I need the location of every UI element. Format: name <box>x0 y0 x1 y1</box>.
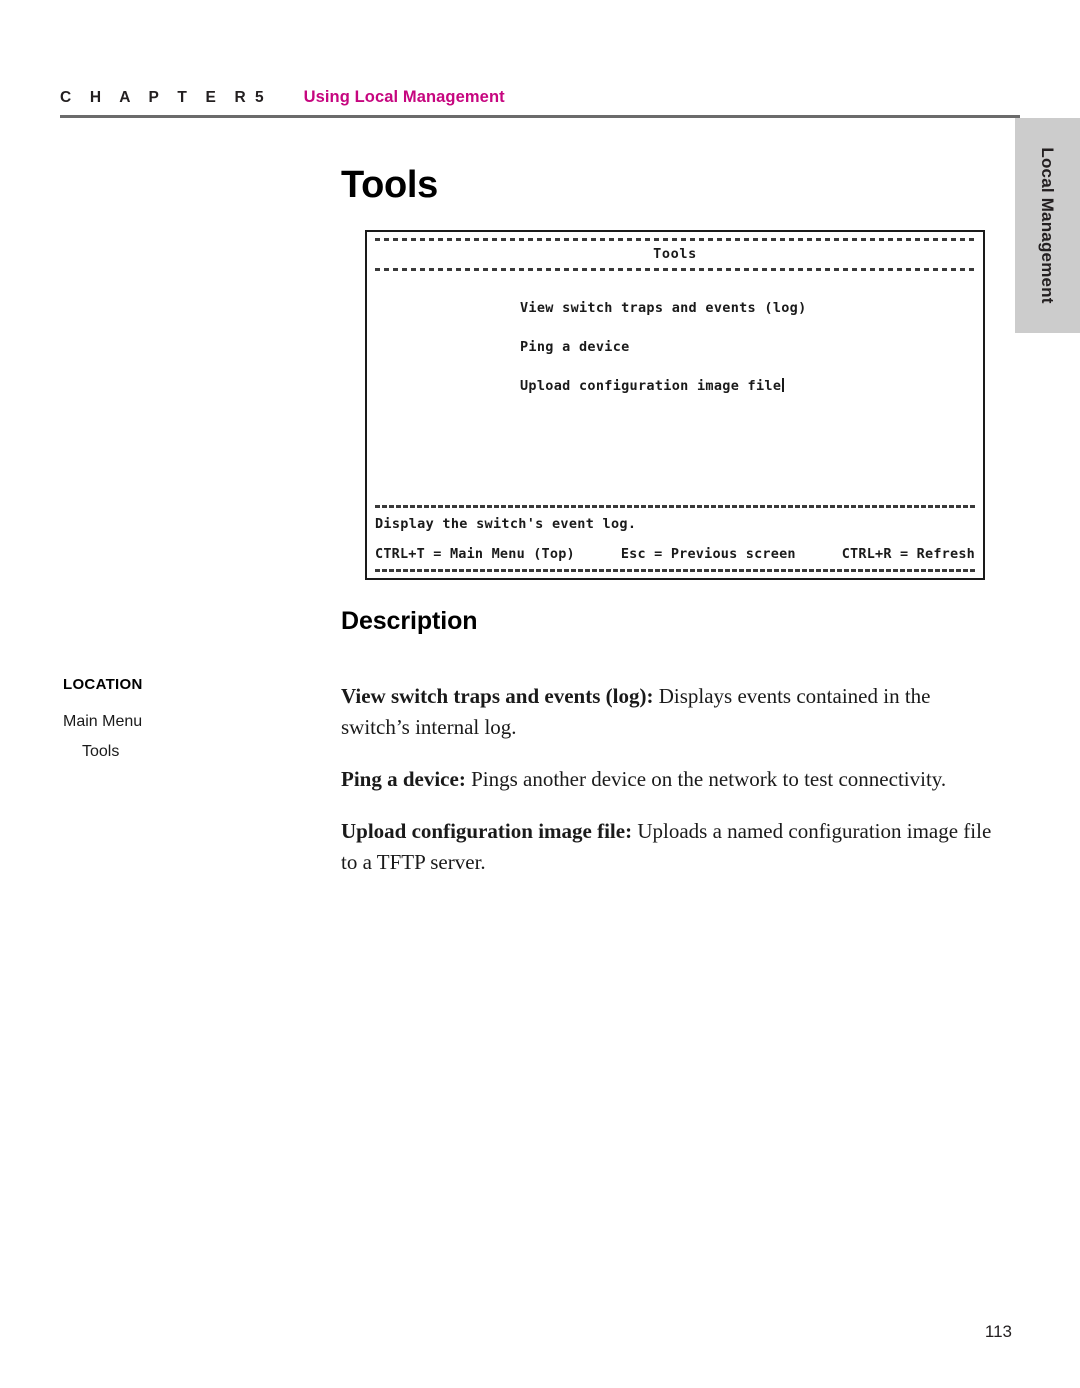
side-tab-label: Local Management <box>1038 147 1058 304</box>
chapter-header: C H A P T E R 5 Using Local Management <box>60 88 1020 114</box>
terminal-footer-rule-bottom <box>375 569 975 572</box>
chapter-label: C H A P T E R <box>60 89 253 106</box>
description-lead-ping-device: Ping a device: <box>341 767 466 791</box>
description-lead-upload-config: Upload configuration image file: <box>341 819 633 843</box>
section-heading-description: Description <box>341 607 478 635</box>
location-item-main-menu: Main Menu <box>63 713 143 730</box>
terminal-menu-item-upload-config[interactable]: Upload configuration image file <box>520 378 781 394</box>
key-hint-previous-screen: Esc = Previous screen <box>620 546 796 562</box>
terminal-menu-item-view-traps[interactable]: View switch traps and events (log) <box>520 300 807 316</box>
terminal-screenshot: Tools View switch traps and events (log)… <box>365 230 985 580</box>
terminal-screen-title: Tools <box>653 246 697 262</box>
page-title: Tools <box>341 164 439 206</box>
terminal-help-text: Display the switch's event log. <box>375 516 637 532</box>
location-block: LOCATION Main Menu Tools <box>63 676 293 767</box>
terminal-menu-row: Ping a device <box>520 336 975 375</box>
description-text-ping-device: Pings another device on the network to t… <box>465 767 947 791</box>
terminal-menu: View switch traps and events (log) Ping … <box>375 271 975 414</box>
header-divider <box>60 115 1020 118</box>
terminal-menu-item-ping-device[interactable]: Ping a device <box>520 339 630 355</box>
description-lead-view-traps: View switch traps and events (log): <box>341 684 654 708</box>
location-heading: LOCATION <box>63 676 143 693</box>
terminal-menu-row: View switch traps and events (log) <box>520 297 975 336</box>
page-number: 113 <box>984 1322 1012 1341</box>
text-cursor <box>782 378 785 392</box>
terminal-footer: Display the switch's event log. CTRL+T =… <box>375 505 975 572</box>
chapter-title: Using Local Management <box>303 88 505 106</box>
description-paragraph-upload-config: Upload configuration image file: Uploads… <box>341 816 1001 878</box>
key-hint-refresh: CTRL+R = Refresh <box>841 546 975 562</box>
description-body: View switch traps and events (log): Disp… <box>341 660 1001 895</box>
key-hint-main-menu: CTRL+T = Main Menu (Top) <box>375 546 575 562</box>
description-paragraph-view-traps: View switch traps and events (log): Disp… <box>341 681 1001 743</box>
side-tab: Local Management <box>1015 118 1080 333</box>
terminal-content: Tools View switch traps and events (log)… <box>375 238 975 572</box>
terminal-menu-row: Upload configuration image file <box>520 375 975 414</box>
location-item-tools: Tools <box>82 743 120 760</box>
description-paragraph-ping-device: Ping a device: Pings another device on t… <box>341 764 1001 795</box>
chapter-number: 5 <box>254 89 264 106</box>
terminal-key-hints: CTRL+T = Main Menu (Top) Esc = Previous … <box>375 546 975 569</box>
